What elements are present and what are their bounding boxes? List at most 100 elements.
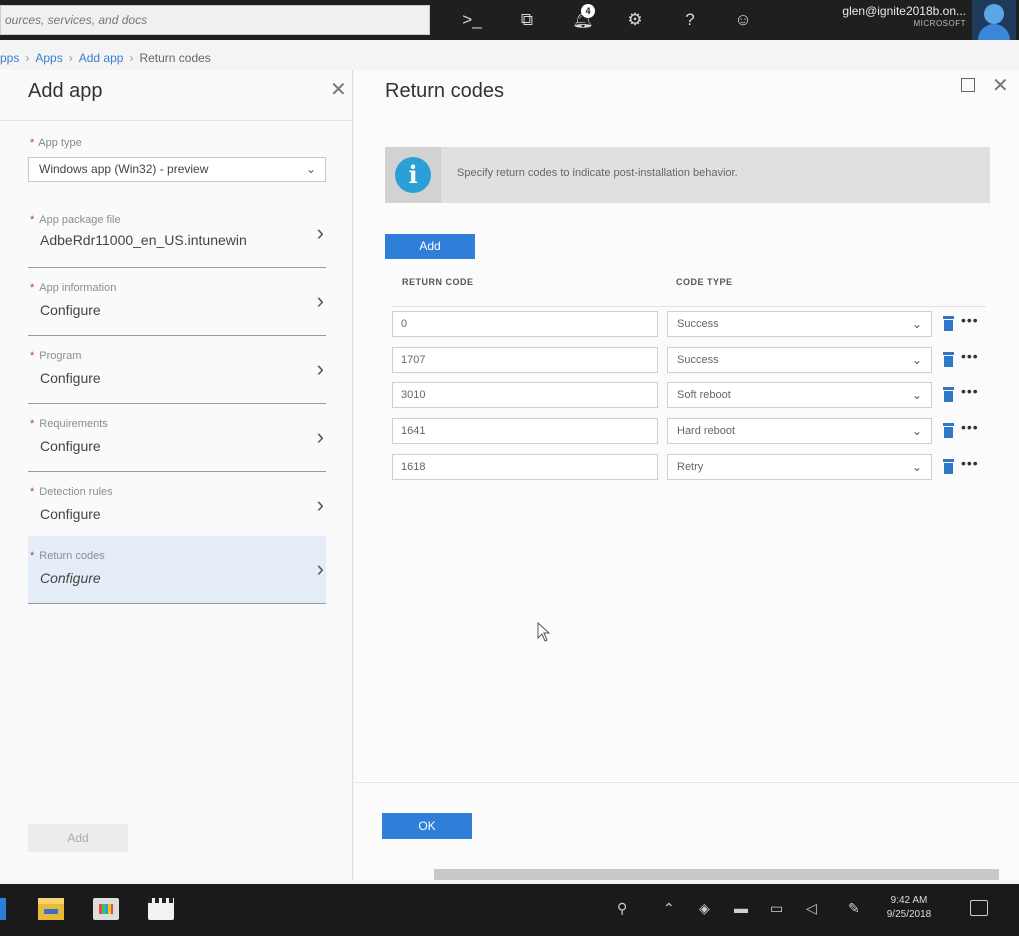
system-clock[interactable]: 9:42 AM 9/25/2018: [880, 894, 938, 922]
more-options-icon[interactable]: •••: [961, 383, 979, 399]
more-options-icon[interactable]: •••: [961, 419, 979, 435]
ok-button[interactable]: OK: [382, 813, 472, 839]
action-center-icon[interactable]: [970, 900, 988, 916]
step-label: * App package file: [30, 214, 121, 226]
step-app-package-file[interactable]: * App package file AdbeRdr11000_en_US.int…: [28, 200, 326, 268]
directory-filter-icon[interactable]: ⧉: [512, 6, 542, 34]
code-type-dropdown[interactable]: Success ⌄: [667, 311, 932, 337]
trash-lid-shape: [943, 459, 954, 462]
chevron-down-icon: ⌄: [911, 424, 922, 438]
step-label-text: Requirements: [39, 418, 108, 430]
step-detection-rules[interactable]: * Detection rules Configure ›: [28, 472, 326, 540]
step-value: Configure: [40, 506, 101, 522]
step-app-information[interactable]: * App information Configure ›: [28, 268, 326, 336]
add-return-code-button[interactable]: Add: [385, 234, 475, 259]
settings-gear-icon[interactable]: ⚙: [620, 6, 650, 34]
table-row: Success ⌄ •••: [392, 347, 990, 373]
code-type-value: Soft reboot: [677, 389, 731, 401]
global-search[interactable]: [0, 5, 430, 35]
chevron-right-icon: ›: [316, 556, 324, 581]
breadcrumb-separator: ›: [68, 51, 73, 65]
return-code-input[interactable]: [392, 347, 658, 373]
breadcrumb-item-return-codes: Return codes: [139, 51, 211, 65]
delete-trash-icon[interactable]: [943, 423, 954, 438]
column-header-code-type: CODE TYPE: [676, 277, 733, 287]
step-label-text: App package file: [39, 214, 121, 226]
avatar-head-shape: [984, 4, 1004, 24]
trash-lid-shape: [943, 352, 954, 355]
required-marker: *: [30, 550, 35, 562]
cloud-shell-icon[interactable]: >_: [457, 6, 487, 34]
trash-lid-shape: [943, 387, 954, 390]
trash-can-shape: [944, 356, 953, 367]
more-options-icon[interactable]: •••: [961, 348, 979, 364]
maximize-icon[interactable]: [961, 78, 975, 92]
step-program[interactable]: * Program Configure ›: [28, 336, 326, 404]
store-icon[interactable]: [93, 898, 119, 920]
network-icon[interactable]: ▭: [770, 900, 783, 917]
step-requirements[interactable]: * Requirements Configure ›: [28, 404, 326, 472]
account-email: glen@ignite2018b.on...: [842, 4, 966, 18]
help-question-icon[interactable]: ?: [675, 6, 705, 34]
show-hidden-icons-chevron-up-icon[interactable]: ⌃: [663, 900, 675, 917]
breadcrumb-item-add-app[interactable]: Add app: [79, 51, 124, 65]
required-marker: *: [30, 418, 35, 430]
code-type-dropdown[interactable]: Retry ⌄: [667, 454, 932, 480]
trash-can-shape: [944, 427, 953, 438]
blade-divider: [0, 120, 353, 121]
delete-trash-icon[interactable]: [943, 387, 954, 402]
chevron-right-icon: ›: [316, 220, 324, 245]
table-row: Success ⌄ •••: [392, 311, 990, 337]
delete-trash-icon[interactable]: [943, 352, 954, 367]
feedback-smiley-icon[interactable]: ☺: [728, 6, 758, 34]
return-code-input[interactable]: [392, 454, 658, 480]
notifications-bell-icon[interactable]: 🔔︎ 4: [568, 4, 598, 34]
more-options-icon[interactable]: •••: [961, 455, 979, 471]
breadcrumb-item-apps[interactable]: Apps: [35, 51, 62, 65]
app-type-dropdown[interactable]: Windows app (Win32) - preview ⌄: [28, 157, 326, 182]
step-label: * Requirements: [30, 418, 108, 430]
return-code-input[interactable]: [392, 311, 658, 337]
add-app-submit-button[interactable]: Add: [28, 824, 128, 852]
more-options-icon[interactable]: •••: [961, 312, 979, 328]
required-marker: *: [30, 137, 35, 149]
required-marker: *: [30, 350, 35, 362]
user-avatar[interactable]: [972, 0, 1016, 40]
people-icon[interactable]: ⚲: [617, 900, 627, 917]
file-explorer-icon[interactable]: [38, 898, 64, 920]
add-app-title: Add app: [28, 80, 103, 102]
horizontal-scrollbar[interactable]: [434, 869, 999, 880]
return-code-input[interactable]: [392, 382, 658, 408]
clock-time: 9:42 AM: [890, 895, 928, 906]
table-row: Soft reboot ⌄ •••: [392, 382, 990, 408]
delete-trash-icon[interactable]: [943, 316, 954, 331]
code-type-dropdown[interactable]: Soft reboot ⌄: [667, 382, 932, 408]
add-app-blade: Add app ✕ * App type Windows app (Win32) …: [0, 70, 353, 880]
close-add-app-icon[interactable]: ✕: [330, 80, 347, 100]
chevron-right-icon: ›: [316, 288, 324, 313]
app-type-value: Windows app (Win32) - preview: [39, 162, 209, 176]
breadcrumb-item-home[interactable]: pps: [0, 51, 19, 65]
battery-icon[interactable]: ▬: [734, 900, 748, 916]
step-label-text: Program: [39, 350, 82, 362]
table-row: Retry ⌄ •••: [392, 454, 990, 480]
code-type-value: Success: [677, 318, 719, 330]
start-button-edge[interactable]: [0, 898, 6, 920]
close-return-codes-icon[interactable]: ✕: [992, 76, 1009, 96]
account-info[interactable]: glen@ignite2018b.on... MICROSOFT: [790, 3, 966, 28]
column-header-return-code: RETURN CODE: [402, 277, 474, 287]
delete-trash-icon[interactable]: [943, 459, 954, 474]
step-return-codes[interactable]: * Return codes Configure ›: [28, 536, 326, 604]
volume-icon[interactable]: ◁: [806, 900, 817, 917]
table-row: Hard reboot ⌄ •••: [392, 418, 990, 444]
return-codes-title: Return codes: [385, 80, 504, 102]
tray-app-icon[interactable]: ◈: [699, 900, 710, 917]
return-code-input[interactable]: [392, 418, 658, 444]
global-search-input[interactable]: [1, 6, 429, 34]
info-icon: i: [395, 157, 431, 193]
step-label: * Detection rules: [30, 486, 113, 498]
code-type-dropdown[interactable]: Success ⌄: [667, 347, 932, 373]
pen-icon[interactable]: ✎: [848, 900, 860, 917]
video-editor-icon[interactable]: [148, 898, 174, 920]
code-type-dropdown[interactable]: Hard reboot ⌄: [667, 418, 932, 444]
